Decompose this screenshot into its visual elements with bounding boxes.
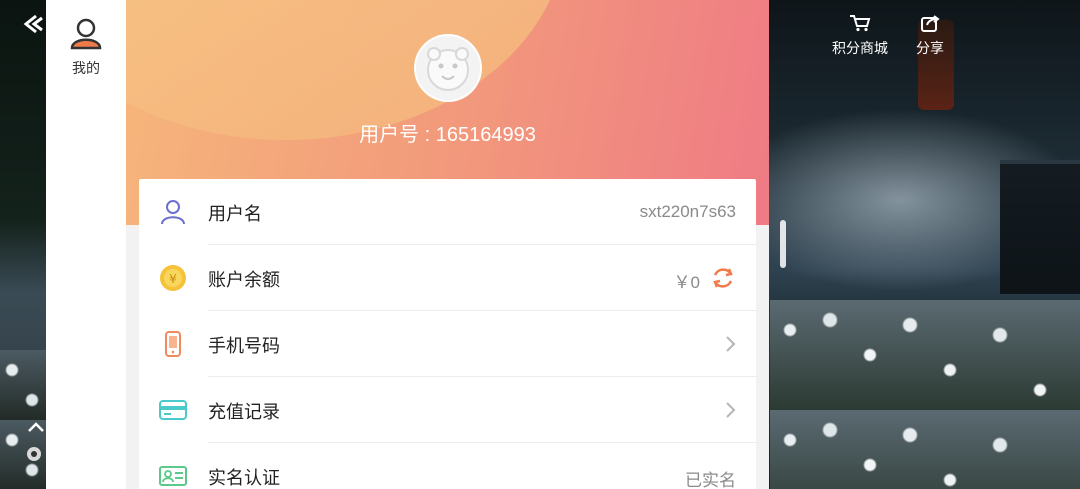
profile-panel: 用户号 : 165164993 用户名 sxt220n7s63 ¥ 账户余额 ￥… xyxy=(126,0,769,489)
row-balance-value: ￥0 xyxy=(673,273,700,292)
phone-icon xyxy=(165,331,181,357)
chevron-right-icon xyxy=(726,402,736,418)
sidebar-item-mine[interactable]: 我的 xyxy=(46,16,126,78)
tiger-avatar-icon xyxy=(427,47,469,91)
sidebar: 我的 xyxy=(46,0,126,489)
share-button[interactable]: 分享 xyxy=(916,14,944,58)
user-avatar-icon xyxy=(70,18,102,50)
row-username-label: 用户名 xyxy=(208,204,262,225)
row-balance-label: 账户余额 xyxy=(208,270,280,291)
share-icon xyxy=(921,15,940,32)
row-phone[interactable]: 手机号码 xyxy=(139,311,756,377)
row-username: 用户名 sxt220n7s63 xyxy=(139,179,756,245)
background-bench xyxy=(1000,160,1080,294)
user-id-text: 用户号 : 165164993 xyxy=(359,124,536,146)
share-label: 分享 xyxy=(916,41,944,57)
points-mall-label: 积分商城 xyxy=(832,41,888,57)
row-real-name[interactable]: 实名认证 已实名 xyxy=(139,443,756,489)
row-phone-label: 手机号码 xyxy=(208,336,280,357)
scrollbar[interactable] xyxy=(780,220,786,268)
left-floating-icons xyxy=(22,420,46,466)
sidebar-mine-label: 我的 xyxy=(72,61,100,77)
back-arrow-icon[interactable] xyxy=(22,12,46,36)
card-icon xyxy=(159,400,187,420)
points-mall-button[interactable]: 积分商城 xyxy=(832,14,888,58)
account-info-card: 用户名 sxt220n7s63 ¥ 账户余额 ￥0 手机号码 充值记录 实名认证… xyxy=(139,179,756,489)
row-username-value: sxt220n7s63 xyxy=(639,202,736,221)
refresh-icon[interactable] xyxy=(710,265,736,291)
id-card-icon xyxy=(159,466,187,486)
person-icon xyxy=(161,200,185,225)
background-flower-field xyxy=(770,300,1080,489)
svg-text:¥: ¥ xyxy=(169,272,177,286)
avatar[interactable] xyxy=(414,34,482,102)
row-real-name-label: 实名认证 xyxy=(208,468,280,489)
row-recharge-records[interactable]: 充值记录 xyxy=(139,377,756,443)
settings-icon[interactable] xyxy=(22,442,46,466)
cart-icon xyxy=(850,15,871,32)
row-real-name-value: 已实名 xyxy=(685,471,736,489)
chevron-up-icon[interactable] xyxy=(26,420,46,434)
coin-icon: ¥ xyxy=(160,265,186,291)
chevron-right-icon xyxy=(726,336,736,352)
row-recharge-label: 充值记录 xyxy=(208,402,280,423)
row-balance: ¥ 账户余额 ￥0 xyxy=(139,245,756,311)
